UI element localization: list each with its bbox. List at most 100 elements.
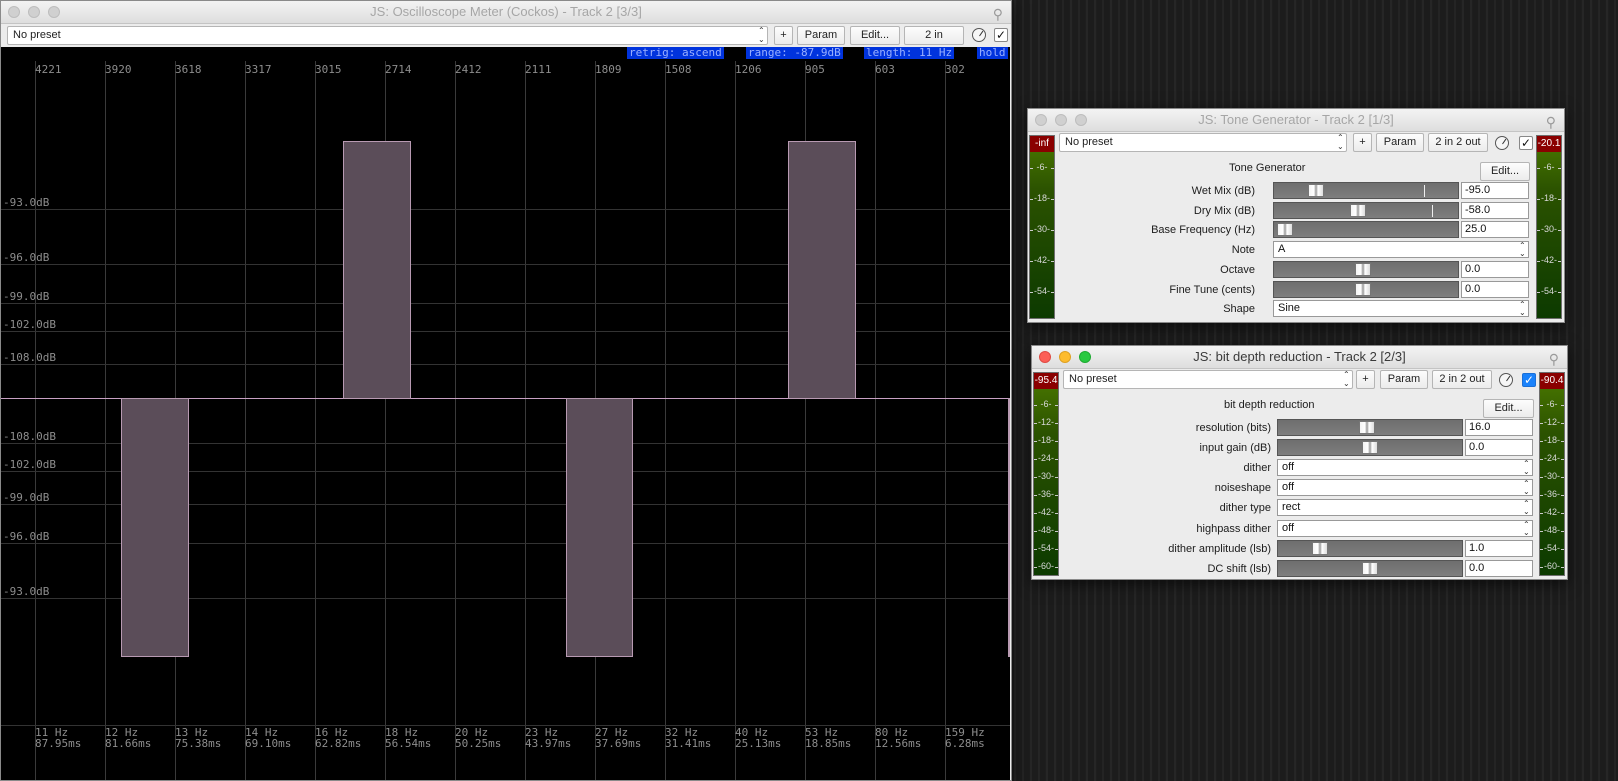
preset-select[interactable]: No preset (1063, 370, 1353, 389)
param-value-input[interactable]: 0.0 (1461, 280, 1529, 298)
grid-vline (245, 61, 246, 780)
param-label: DC shift (lsb) (1207, 562, 1271, 575)
freq-top-label: 1206 (735, 63, 762, 76)
param-slider[interactable] (1273, 201, 1459, 219)
param-value-input[interactable]: -58.0 (1461, 201, 1529, 219)
add-preset-button[interactable]: + (1353, 133, 1372, 152)
time-bottom-label: 31.41ms (665, 737, 712, 750)
param-value-input[interactable]: 1.0 (1465, 539, 1533, 557)
bypass-checkbox[interactable]: ✓ (1522, 373, 1536, 387)
edit-button[interactable]: Edit... (1483, 399, 1534, 418)
status-length: length: 11 Hz (864, 47, 955, 59)
add-preset-button[interactable]: + (774, 26, 793, 45)
minimize-icon[interactable] (28, 6, 40, 18)
tone-titlebar[interactable]: JS: Tone Generator - Track 2 [1/3] ⚲ (1028, 109, 1564, 132)
zoom-icon[interactable] (1079, 351, 1091, 363)
zoom-icon[interactable] (1075, 114, 1087, 126)
wet-knob-icon[interactable] (1499, 373, 1513, 387)
param-label: dither amplitude (lsb) (1168, 542, 1271, 555)
slider-thumb[interactable] (1350, 203, 1366, 217)
param-row: dither off (1032, 459, 1567, 477)
oscilloscope-display[interactable]: retrig: ascend range: -87.9dB length: 11… (1, 47, 1010, 780)
preset-select[interactable]: No preset (7, 26, 768, 45)
slider-thumb[interactable] (1312, 541, 1328, 555)
param-slider[interactable] (1277, 439, 1463, 457)
slider-thumb[interactable] (1362, 441, 1378, 455)
param-value-input[interactable]: 0.0 (1461, 260, 1529, 278)
slider-range-marker (1424, 185, 1425, 197)
param-slider[interactable] (1277, 559, 1463, 577)
bitdepth-titlebar[interactable]: JS: bit depth reduction - Track 2 [2/3] … (1032, 346, 1567, 369)
wet-knob-icon[interactable] (1495, 136, 1509, 150)
param-dropdown[interactable]: Sine (1273, 300, 1529, 318)
io-button[interactable]: 2 in (904, 26, 964, 45)
slider-thumb[interactable] (1355, 282, 1371, 296)
edit-button[interactable]: Edit... (1480, 162, 1530, 181)
param-button[interactable]: Param (1376, 133, 1424, 152)
pin-icon[interactable]: ⚲ (1549, 348, 1559, 370)
db-label: -93.0dB (3, 585, 50, 598)
param-button[interactable]: Param (1380, 370, 1428, 389)
time-bottom-label: 87.95ms (35, 737, 82, 750)
freq-top-label: 3015 (315, 63, 342, 76)
param-value-input[interactable]: -95.0 (1461, 182, 1529, 199)
param-value-input[interactable]: 0.0 (1465, 439, 1533, 457)
param-slider[interactable] (1273, 260, 1459, 278)
scope-titlebar[interactable]: JS: Oscilloscope Meter (Cockos) - Track … (1, 1, 1011, 24)
freq-top-label: 905 (805, 63, 825, 76)
zoom-icon[interactable] (48, 6, 60, 18)
param-row: Wet Mix (dB) -95.0 (1028, 182, 1564, 200)
param-value-input[interactable]: 25.0 (1461, 221, 1529, 239)
waveform-pulse (343, 141, 411, 399)
wet-knob-icon[interactable] (972, 28, 986, 42)
param-value-input[interactable]: 16.0 (1465, 419, 1533, 436)
grid-vline (315, 61, 316, 780)
param-slider[interactable] (1273, 182, 1459, 199)
param-slider[interactable] (1277, 539, 1463, 557)
freq-top-label: 4221 (35, 63, 62, 76)
freq-top-label: 2412 (455, 63, 482, 76)
io-button[interactable]: 2 in 2 out (1428, 133, 1488, 152)
param-row: DC shift (lsb) 0.0 (1032, 559, 1567, 578)
slider-thumb[interactable] (1359, 421, 1375, 434)
param-dropdown[interactable]: off (1277, 459, 1533, 477)
param-slider[interactable] (1273, 221, 1459, 239)
pin-icon[interactable]: ⚲ (1546, 111, 1556, 133)
time-bottom-label: 43.97ms (525, 737, 572, 750)
peak-readout: -90.4 (1540, 373, 1564, 389)
add-preset-button[interactable]: + (1356, 370, 1375, 389)
close-icon[interactable] (1035, 114, 1047, 126)
param-value-input[interactable]: 0.0 (1465, 559, 1533, 577)
waveform-pulse (788, 141, 856, 399)
io-button[interactable]: 2 in 2 out (1432, 370, 1492, 389)
time-bottom-label: 81.66ms (105, 737, 152, 750)
tone-generator-window: JS: Tone Generator - Track 2 [1/3] ⚲ -in… (1027, 108, 1565, 323)
slider-thumb[interactable] (1355, 262, 1371, 276)
slider-thumb[interactable] (1308, 184, 1324, 197)
bypass-checkbox[interactable]: ✓ (1519, 136, 1533, 150)
slider-thumb[interactable] (1277, 223, 1293, 237)
db-label: -102.0dB (3, 318, 56, 331)
edit-button[interactable]: Edit... (850, 26, 900, 45)
slider-thumb[interactable] (1362, 561, 1378, 575)
param-label: Wet Mix (dB) (1191, 185, 1255, 197)
minimize-icon[interactable] (1055, 114, 1067, 126)
minimize-icon[interactable] (1059, 351, 1071, 363)
param-dropdown[interactable]: off (1277, 479, 1533, 497)
param-slider[interactable] (1277, 419, 1463, 436)
param-button[interactable]: Param (797, 26, 845, 45)
db-label: -96.0dB (3, 530, 50, 543)
close-icon[interactable] (8, 6, 20, 18)
close-icon[interactable] (1039, 351, 1051, 363)
status-retrig: retrig: ascend (627, 47, 724, 59)
scope-title: JS: Oscilloscope Meter (Cockos) - Track … (370, 4, 642, 19)
param-dropdown[interactable]: A (1273, 241, 1529, 259)
meter-tick-label: -6- (1034, 399, 1058, 409)
pin-icon[interactable]: ⚲ (993, 3, 1003, 25)
preset-select[interactable]: No preset (1059, 133, 1347, 152)
param-dropdown[interactable]: off (1277, 519, 1533, 537)
bypass-checkbox[interactable]: ✓ (994, 28, 1008, 42)
param-slider[interactable] (1273, 280, 1459, 298)
db-label: -108.0dB (3, 351, 56, 364)
param-dropdown[interactable]: rect (1277, 499, 1533, 517)
